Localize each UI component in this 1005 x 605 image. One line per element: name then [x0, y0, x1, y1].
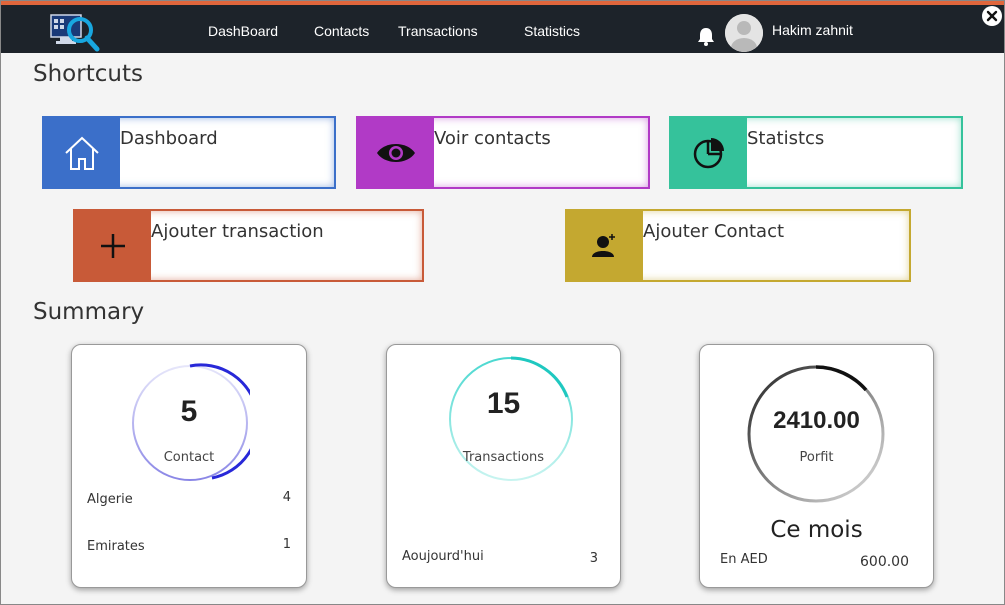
- shortcut-voir-contacts[interactable]: Voir contacts: [356, 116, 650, 189]
- plus-icon: [75, 211, 151, 280]
- shortcut-label: Statistcs: [747, 128, 825, 149]
- bell-icon[interactable]: [695, 25, 717, 47]
- close-icon[interactable]: [982, 6, 1002, 26]
- contacts-row-value: 1: [282, 537, 291, 552]
- shortcut-label: Dashboard: [120, 128, 218, 149]
- shortcut-statistics[interactable]: Statistcs: [669, 116, 963, 189]
- contacts-count: 5: [180, 395, 198, 428]
- home-icon: [44, 118, 120, 187]
- shortcut-ajouter-transaction[interactable]: Ajouter transaction: [73, 209, 424, 282]
- transactions-count: 15: [486, 387, 521, 420]
- summary-title: Summary: [33, 299, 145, 325]
- app-logo-icon[interactable]: [47, 11, 101, 53]
- eye-icon: [358, 118, 434, 187]
- profit-row-label: En AED: [720, 552, 768, 567]
- nav-contacts[interactable]: Contacts: [314, 23, 369, 39]
- nav-statistics[interactable]: Statistics: [524, 23, 580, 39]
- transactions-row-label: Aoujourd'hui: [402, 549, 484, 564]
- pie-chart-icon: [671, 118, 747, 187]
- profit-label: Porfit: [799, 450, 834, 465]
- shortcut-label: Voir contacts: [434, 128, 551, 149]
- profit-summary-card[interactable]: 2410.00 Porfit Ce mois En AED 600.00: [699, 344, 934, 588]
- top-navbar: DashBoard Contacts Transactions Statisti…: [1, 1, 1004, 53]
- contacts-row-label: Algerie: [87, 492, 133, 507]
- contacts-label: Contact: [163, 450, 215, 465]
- profit-period: Ce mois: [770, 517, 863, 543]
- contacts-summary-card[interactable]: 5 Contact Algerie 4 Emirates 1: [71, 344, 307, 588]
- transactions-row-value: 3: [589, 551, 598, 566]
- profit-amount: 2410.00: [773, 407, 860, 434]
- shortcuts-title: Shortcuts: [33, 61, 143, 87]
- add-contact-icon: [567, 211, 643, 280]
- nav-dashboard[interactable]: DashBoard: [208, 23, 278, 39]
- profit-row-value: 600.00: [860, 554, 909, 570]
- app-window: DashBoard Contacts Transactions Statisti…: [0, 0, 1005, 605]
- shortcut-ajouter-contact[interactable]: Ajouter Contact: [565, 209, 911, 282]
- shortcut-label: Ajouter Contact: [643, 221, 785, 242]
- transactions-summary-card[interactable]: 15 Transactions Aoujourd'hui 3: [386, 344, 621, 588]
- user-name[interactable]: Hakim zahnit: [772, 22, 853, 38]
- contacts-row-label: Emirates: [87, 539, 145, 554]
- nav-transactions[interactable]: Transactions: [398, 23, 478, 39]
- shortcut-label: Ajouter transaction: [151, 221, 324, 242]
- shortcut-dashboard[interactable]: Dashboard: [42, 116, 336, 189]
- avatar[interactable]: [725, 14, 763, 52]
- contacts-row-value: 4: [282, 490, 291, 505]
- transactions-label: Transactions: [462, 450, 545, 465]
